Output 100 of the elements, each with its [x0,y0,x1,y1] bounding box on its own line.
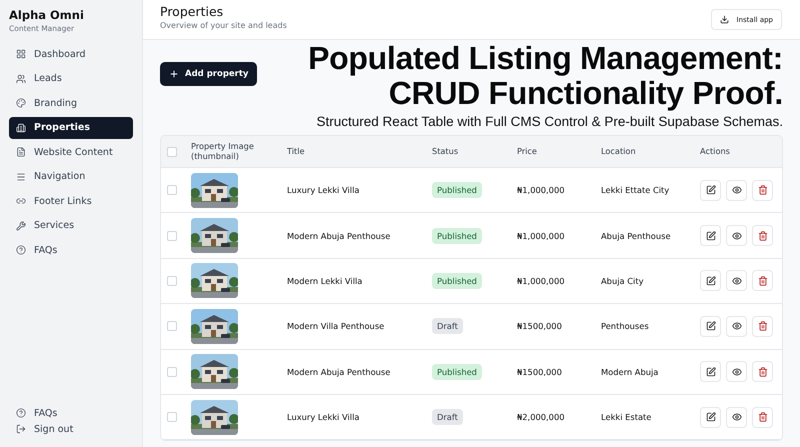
grid-icon [16,49,26,59]
edit-icon [706,230,716,241]
trash-icon [758,185,768,196]
sidebar-item[interactable]: Services [9,214,133,236]
column-header: Status [432,146,460,156]
location-cell-text: Modern Abuja [601,366,660,377]
sidebar-item[interactable]: Dashboard [9,43,133,65]
headline: Populated Listing Management: [308,41,783,76]
view-button[interactable] [726,406,747,428]
view-button[interactable] [726,316,747,337]
price-cell-text: ₦1,000,000 [517,276,566,286]
wrench-icon [16,220,26,230]
column-header: Property Image (thumbnail) [191,142,255,162]
palette-icon [16,98,26,108]
status-badge: Published [432,182,482,198]
eye-icon [732,366,742,377]
help-icon [16,245,26,255]
edit-button[interactable] [700,406,721,428]
page-subtitle: Overview of your site and leads [160,21,287,30]
edit-button[interactable] [700,180,721,201]
sidebar-item[interactable]: Branding [9,92,133,114]
headline: CRUD Functionality Proof. [388,76,783,111]
status-badge: Draft [432,318,463,334]
title-cell-text: Luxury Lekki Villa [287,185,360,196]
location-cell-text: Lekki Estate [601,412,652,422]
sidebar-item[interactable]: FAQs [9,239,133,261]
row-checkbox[interactable] [167,366,177,377]
eye-icon [732,185,742,196]
view-button[interactable] [726,270,747,292]
headline-subtitle: Structured React Table with Full CMS Control & Pre-built Supabase Schemas. [316,114,783,130]
select-all-checkbox[interactable] [167,146,177,156]
location-cell-text: Penthouses [601,321,650,332]
edit-icon [706,321,716,332]
eye-icon [732,412,742,422]
column-header: Location [601,146,637,156]
sidebar-footer-item[interactable]: FAQs [9,405,133,421]
trash-icon [758,366,768,377]
title-cell-text: Modern Abuja Penthouse [287,230,392,241]
edit-icon [706,366,716,377]
delete-button[interactable] [752,406,773,428]
download-icon [720,15,729,24]
page-title: Properties [160,4,224,19]
sidebar-item[interactable]: Footer Links [9,190,133,212]
delete-button[interactable] [752,270,773,292]
sidebar-item[interactable]: Properties [9,116,133,138]
help-icon [16,408,26,418]
trash-icon [758,412,768,422]
delete-button[interactable] [752,316,773,337]
menu-icon [16,172,26,182]
location-cell-text: Abuja Penthouse [601,230,672,241]
title-cell-text: Modern Lekki Villa [287,276,364,286]
edit-button[interactable] [700,225,721,246]
view-button[interactable] [726,225,747,246]
eye-icon [732,321,742,332]
delete-button[interactable] [752,180,773,201]
location-cell-text: Lekki Ettate City [601,185,670,196]
price-cell-text: ₦1,000,000 [517,230,566,241]
edit-button[interactable] [700,361,721,382]
view-button[interactable] [726,361,747,382]
location-cell-text: Abuja City [601,276,644,286]
column-header: Price [517,146,538,156]
row-checkbox[interactable] [167,230,177,241]
column-header: Title [287,146,306,156]
title-cell-text: Modern Abuja Penthouse [287,366,392,377]
row-checkbox[interactable] [167,185,177,196]
edit-button[interactable] [700,316,721,337]
price-cell-text: ₦1,000,000 [517,185,566,196]
trash-icon [758,276,768,286]
eye-icon [732,276,742,286]
status-badge: Draft [432,409,463,426]
price-cell-text: ₦1500,000 [517,366,563,377]
sidebar-item[interactable]: Website Content [9,141,133,163]
status-badge: Published [432,364,482,380]
edit-icon [706,276,716,286]
price-cell-text: ₦1500,000 [517,321,563,332]
delete-button[interactable] [752,361,773,382]
edit-icon [706,185,716,196]
status-badge: Published [432,272,482,289]
column-header: Actions [700,146,731,156]
brand-name: Alpha Omni [9,8,85,22]
trash-icon [758,230,768,241]
delete-button[interactable] [752,225,773,246]
status-badge: Published [432,228,482,244]
view-button[interactable] [726,180,747,201]
add-property-button[interactable]: Add property [160,62,258,86]
sidebar-footer-item[interactable]: Sign out [9,421,133,437]
edit-button[interactable] [700,270,721,292]
document-icon [16,147,26,157]
sidebar-item[interactable]: Leads [9,68,133,90]
price-cell-text: ₦2,000,000 [517,412,566,422]
title-cell-text: Modern Villa Penthouse [287,321,386,332]
row-checkbox[interactable] [167,276,177,286]
row-checkbox[interactable] [167,321,177,332]
row-checkbox[interactable] [167,412,177,422]
logout-icon [16,424,26,434]
building-icon [16,122,26,132]
trash-icon [758,321,768,332]
sidebar-item[interactable]: Navigation [9,166,133,188]
eye-icon [732,230,742,241]
edit-icon [706,412,716,422]
